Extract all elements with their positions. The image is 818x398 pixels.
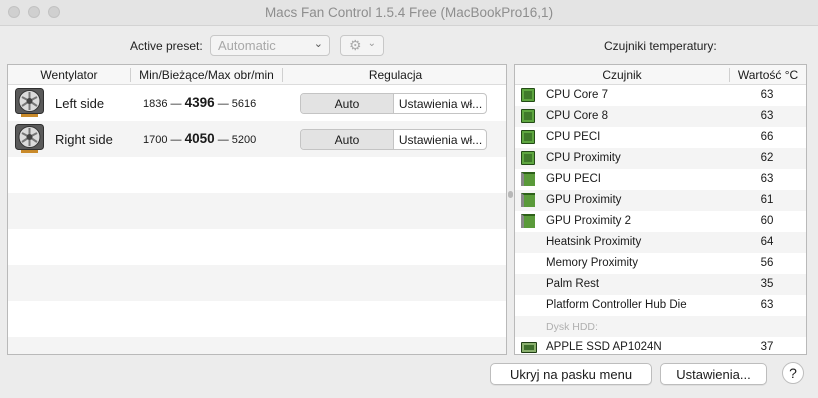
sensor-value: 63 [760, 110, 774, 122]
active-preset-value: Automatic [218, 38, 276, 53]
sensor-value: 66 [760, 131, 774, 143]
sensor-name: GPU Proximity [546, 194, 622, 206]
sensor-name: CPU PECI [546, 131, 601, 143]
empty-row [8, 301, 506, 337]
sensor-row[interactable]: CPU Core 8 63 [515, 106, 806, 127]
sensor-row[interactable]: Heatsink Proximity 64 [515, 232, 806, 253]
fan-current-rpm: 4050 [184, 131, 215, 146]
sensor-name: APPLE SSD AP1024N [546, 341, 662, 353]
sensors-section-label: Czujniki temperatury: [604, 39, 717, 53]
empty-row [8, 193, 506, 229]
gear-icon: ⚙ [349, 37, 362, 53]
fan-control-segmented: Auto Ustawienia wł... [300, 129, 487, 150]
sensor-group-label: Dysk HDD: [546, 321, 598, 333]
sensor-name: Memory Proximity [546, 257, 639, 269]
fan-auto-button[interactable]: Auto [301, 94, 394, 113]
sensor-value: 64 [760, 236, 774, 248]
fan-current-rpm: 4396 [184, 95, 215, 110]
sensor-value: 56 [760, 257, 774, 269]
sensor-name: Platform Controller Hub Die [546, 299, 687, 311]
empty-row [8, 157, 506, 193]
fan-auto-button[interactable]: Auto [301, 130, 394, 149]
settings-button[interactable]: Ustawienia... [660, 363, 767, 385]
fan-custom-settings-button[interactable]: Ustawienia wł... [395, 130, 486, 149]
empty-row [8, 337, 506, 354]
sensor-row[interactable]: GPU PECI 63 [515, 169, 806, 190]
fan-min-rpm: 1700 [143, 134, 168, 146]
sensor-value: 63 [760, 89, 774, 101]
fan-rpm-readout: 1836 — 4396 — 5616 [143, 95, 257, 110]
fan-max-rpm: 5616 [231, 98, 257, 110]
fans-table: Wentylator Min/Bieżące/Max obr/min Regul… [7, 64, 507, 355]
gpu-card-icon [521, 214, 535, 228]
fan-max-rpm: 5200 [231, 134, 257, 146]
sensors-table-header: Czujnik Wartość °C [515, 65, 806, 85]
gpu-card-icon [521, 172, 535, 186]
sensor-value: 60 [760, 215, 774, 227]
cpu-chip-icon [521, 151, 535, 165]
sensor-value: 62 [760, 152, 774, 164]
sensor-group-header: Dysk HDD: [515, 316, 806, 337]
sensor-value: 61 [760, 194, 774, 206]
cpu-chip-icon [521, 130, 535, 144]
fans-table-header: Wentylator Min/Bieżące/Max obr/min Regul… [8, 65, 506, 85]
fan-custom-settings-button[interactable]: Ustawienia wł... [395, 94, 486, 113]
sensor-name: CPU Core 7 [546, 89, 608, 101]
fan-icon [15, 124, 44, 153]
fan-rpm-readout: 1700 — 4050 — 5200 [143, 131, 257, 146]
sensor-name: Palm Rest [546, 278, 600, 290]
active-preset-select[interactable]: Automatic ⌄ [210, 35, 330, 56]
column-header-value[interactable]: Wartość °C [730, 68, 806, 82]
chevron-down-icon: ⌄ [367, 38, 376, 49]
fans-list: Left side 1836 — 4396 — 5616 Auto Ustawi… [8, 85, 506, 354]
fan-min-rpm: 1836 [143, 98, 168, 110]
cpu-chip-icon [521, 109, 535, 123]
preset-options-button[interactable]: ⚙ ⌄ [340, 35, 384, 56]
fan-control-segmented: Auto Ustawienia wł... [300, 93, 487, 114]
sensor-row[interactable]: Palm Rest 35 [515, 274, 806, 295]
title-bar: Macs Fan Control 1.5.4 Free (MacBookPro1… [0, 0, 818, 26]
sensor-name: CPU Proximity [546, 152, 621, 164]
sensor-value: 63 [760, 299, 774, 311]
sensor-value: 35 [760, 278, 774, 290]
column-header-sensor[interactable]: Czujnik [515, 68, 729, 82]
column-header-rpm[interactable]: Min/Bieżące/Max obr/min [131, 68, 282, 82]
empty-row [8, 265, 506, 301]
sensor-name: CPU Core 8 [546, 110, 608, 122]
sensor-value: 37 [760, 341, 774, 353]
sensor-value: 63 [760, 173, 774, 185]
active-preset-label: Active preset: [130, 39, 203, 53]
sensors-list: CPU Core 7 63 CPU Core 8 63 CPU PECI 66 CPU Pr… [515, 85, 806, 354]
panel-splitter-handle[interactable] [508, 191, 513, 198]
sensor-row[interactable]: Platform Controller Hub Die 63 [515, 295, 806, 316]
sensor-name: Heatsink Proximity [546, 236, 642, 248]
fan-row-right-side[interactable]: Right side 1700 — 4050 — 5200 Auto Ustaw… [8, 121, 506, 157]
help-button[interactable]: ? [782, 362, 804, 384]
empty-row [8, 229, 506, 265]
sensor-row[interactable]: GPU Proximity 2 60 [515, 211, 806, 232]
gpu-card-icon [521, 193, 535, 207]
hide-in-menu-bar-button[interactable]: Ukryj na pasku menu [490, 363, 652, 385]
sensor-name: GPU Proximity 2 [546, 215, 631, 227]
sensor-row[interactable]: GPU Proximity 61 [515, 190, 806, 211]
fan-icon [15, 88, 44, 117]
sensor-row[interactable]: CPU Core 7 63 [515, 85, 806, 106]
column-header-control[interactable]: Regulacja [283, 68, 506, 82]
sensor-row[interactable]: APPLE SSD AP1024N 37 [515, 337, 806, 354]
ssd-icon [521, 342, 537, 353]
window-title: Macs Fan Control 1.5.4 Free (MacBookPro1… [264, 5, 554, 20]
sensor-row[interactable]: CPU Proximity 62 [515, 148, 806, 169]
sensor-row[interactable]: Memory Proximity 56 [515, 253, 806, 274]
fan-row-left-side[interactable]: Left side 1836 — 4396 — 5616 Auto Ustawi… [8, 85, 506, 121]
fan-name: Left side [55, 96, 105, 111]
sensor-name: GPU PECI [546, 173, 601, 185]
chevron-down-icon: ⌄ [313, 38, 323, 50]
cpu-chip-icon [521, 88, 535, 102]
sensor-row[interactable]: CPU PECI 66 [515, 127, 806, 148]
column-header-fan[interactable]: Wentylator [8, 68, 130, 82]
sensors-table: Czujnik Wartość °C CPU Core 7 63 CPU Core … [514, 64, 807, 355]
fan-name: Right side [55, 132, 113, 147]
